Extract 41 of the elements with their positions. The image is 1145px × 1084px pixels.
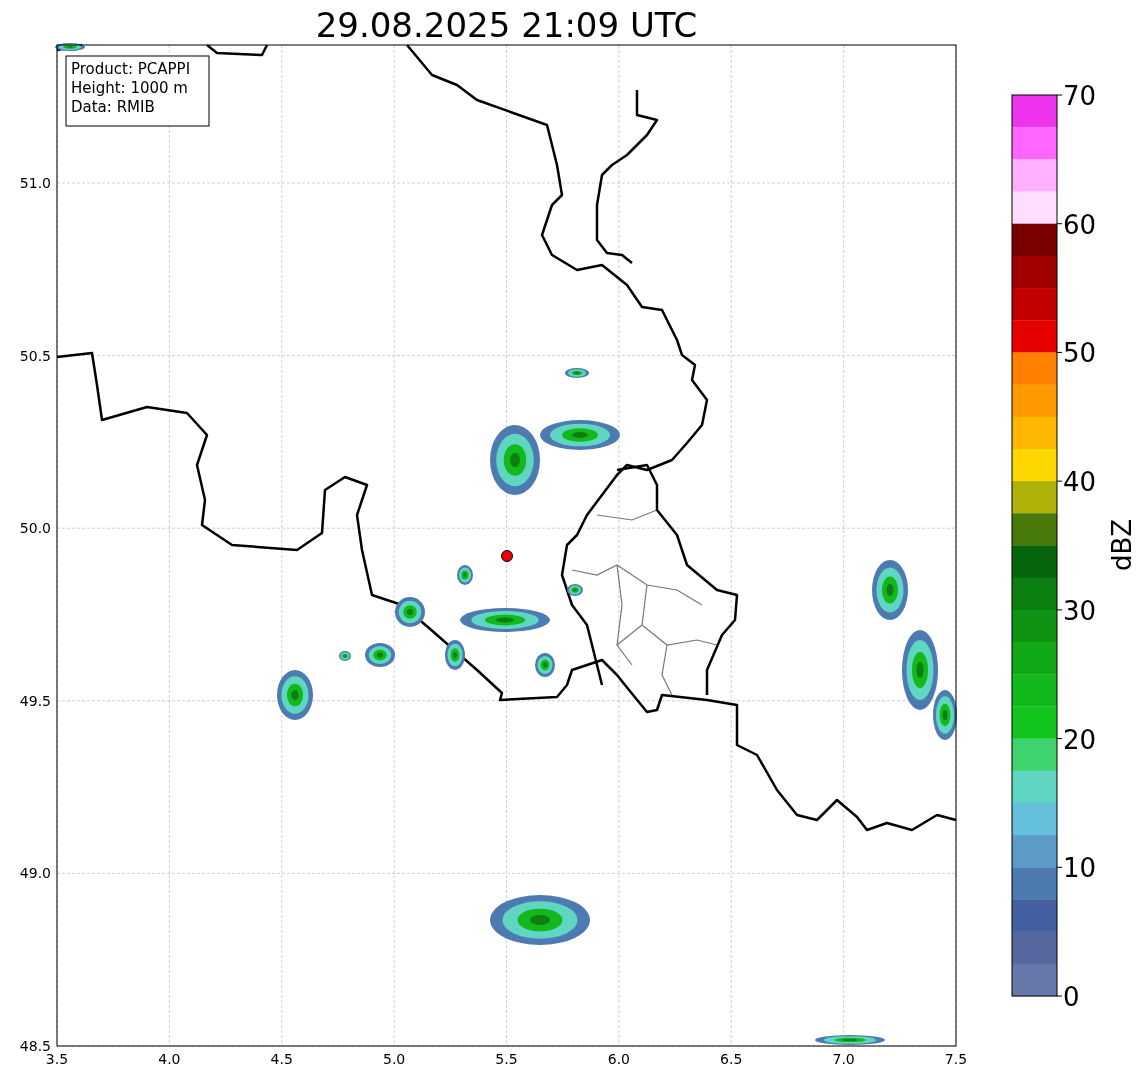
radar-echo (567, 584, 583, 596)
colorbar-tick-label: 10 (1063, 853, 1097, 884)
x-tick-label: 7.5 (944, 1051, 968, 1067)
radar-echo (339, 651, 351, 661)
radar-echo (55, 43, 85, 51)
y-tick-label: 49.0 (19, 865, 51, 882)
colorbar-tick-label: 0 (1063, 982, 1080, 1012)
colorbar-tick-label: 60 (1063, 209, 1097, 240)
colorbar-label: dBZ (1107, 518, 1137, 572)
x-tick-label: 5.0 (383, 1051, 406, 1067)
colorbar-tick-label: 70 (1063, 81, 1097, 111)
colorbar-tick-label: 40 (1063, 467, 1097, 498)
y-tick-label: 50.5 (19, 347, 51, 364)
colorbar-tick-label: 20 (1063, 724, 1097, 755)
x-tick-label: 6.0 (607, 1051, 630, 1067)
radar-echo (872, 560, 908, 620)
chart-title: 29.08.2025 21:09 UTC (315, 5, 698, 45)
x-tick-label: 6.5 (720, 1051, 743, 1067)
x-tick-label: 7.0 (832, 1051, 855, 1067)
radar-echo (365, 643, 395, 667)
radar-site-marker (501, 550, 513, 562)
radar-echo (277, 670, 313, 720)
radar-echo (535, 653, 555, 677)
radar-echo (457, 565, 473, 585)
y-tick-label: 50.0 (19, 520, 51, 537)
x-tick-label: 4.5 (270, 1051, 293, 1067)
y-tick-label: 49.5 (19, 692, 51, 709)
y-tick-label: 48.5 (19, 1038, 51, 1054)
radar-echo (565, 368, 589, 378)
radar-echo (815, 1035, 885, 1045)
colorbar-tick-label: 30 (1063, 595, 1097, 626)
info-text: Height: 1000 m (71, 79, 188, 97)
y-tick-label: 51.0 (19, 175, 51, 191)
info-text: Data: RMIB (71, 98, 155, 116)
x-tick-label: 5.5 (495, 1051, 518, 1067)
x-tick-label: 4.0 (158, 1051, 181, 1067)
radar-echo (395, 597, 425, 627)
info-text: Product: PCAPPI (71, 60, 191, 78)
colorbar-tick-label: 50 (1063, 338, 1097, 369)
x-tick-label: 3.5 (45, 1051, 69, 1067)
radar-echo (445, 640, 465, 670)
